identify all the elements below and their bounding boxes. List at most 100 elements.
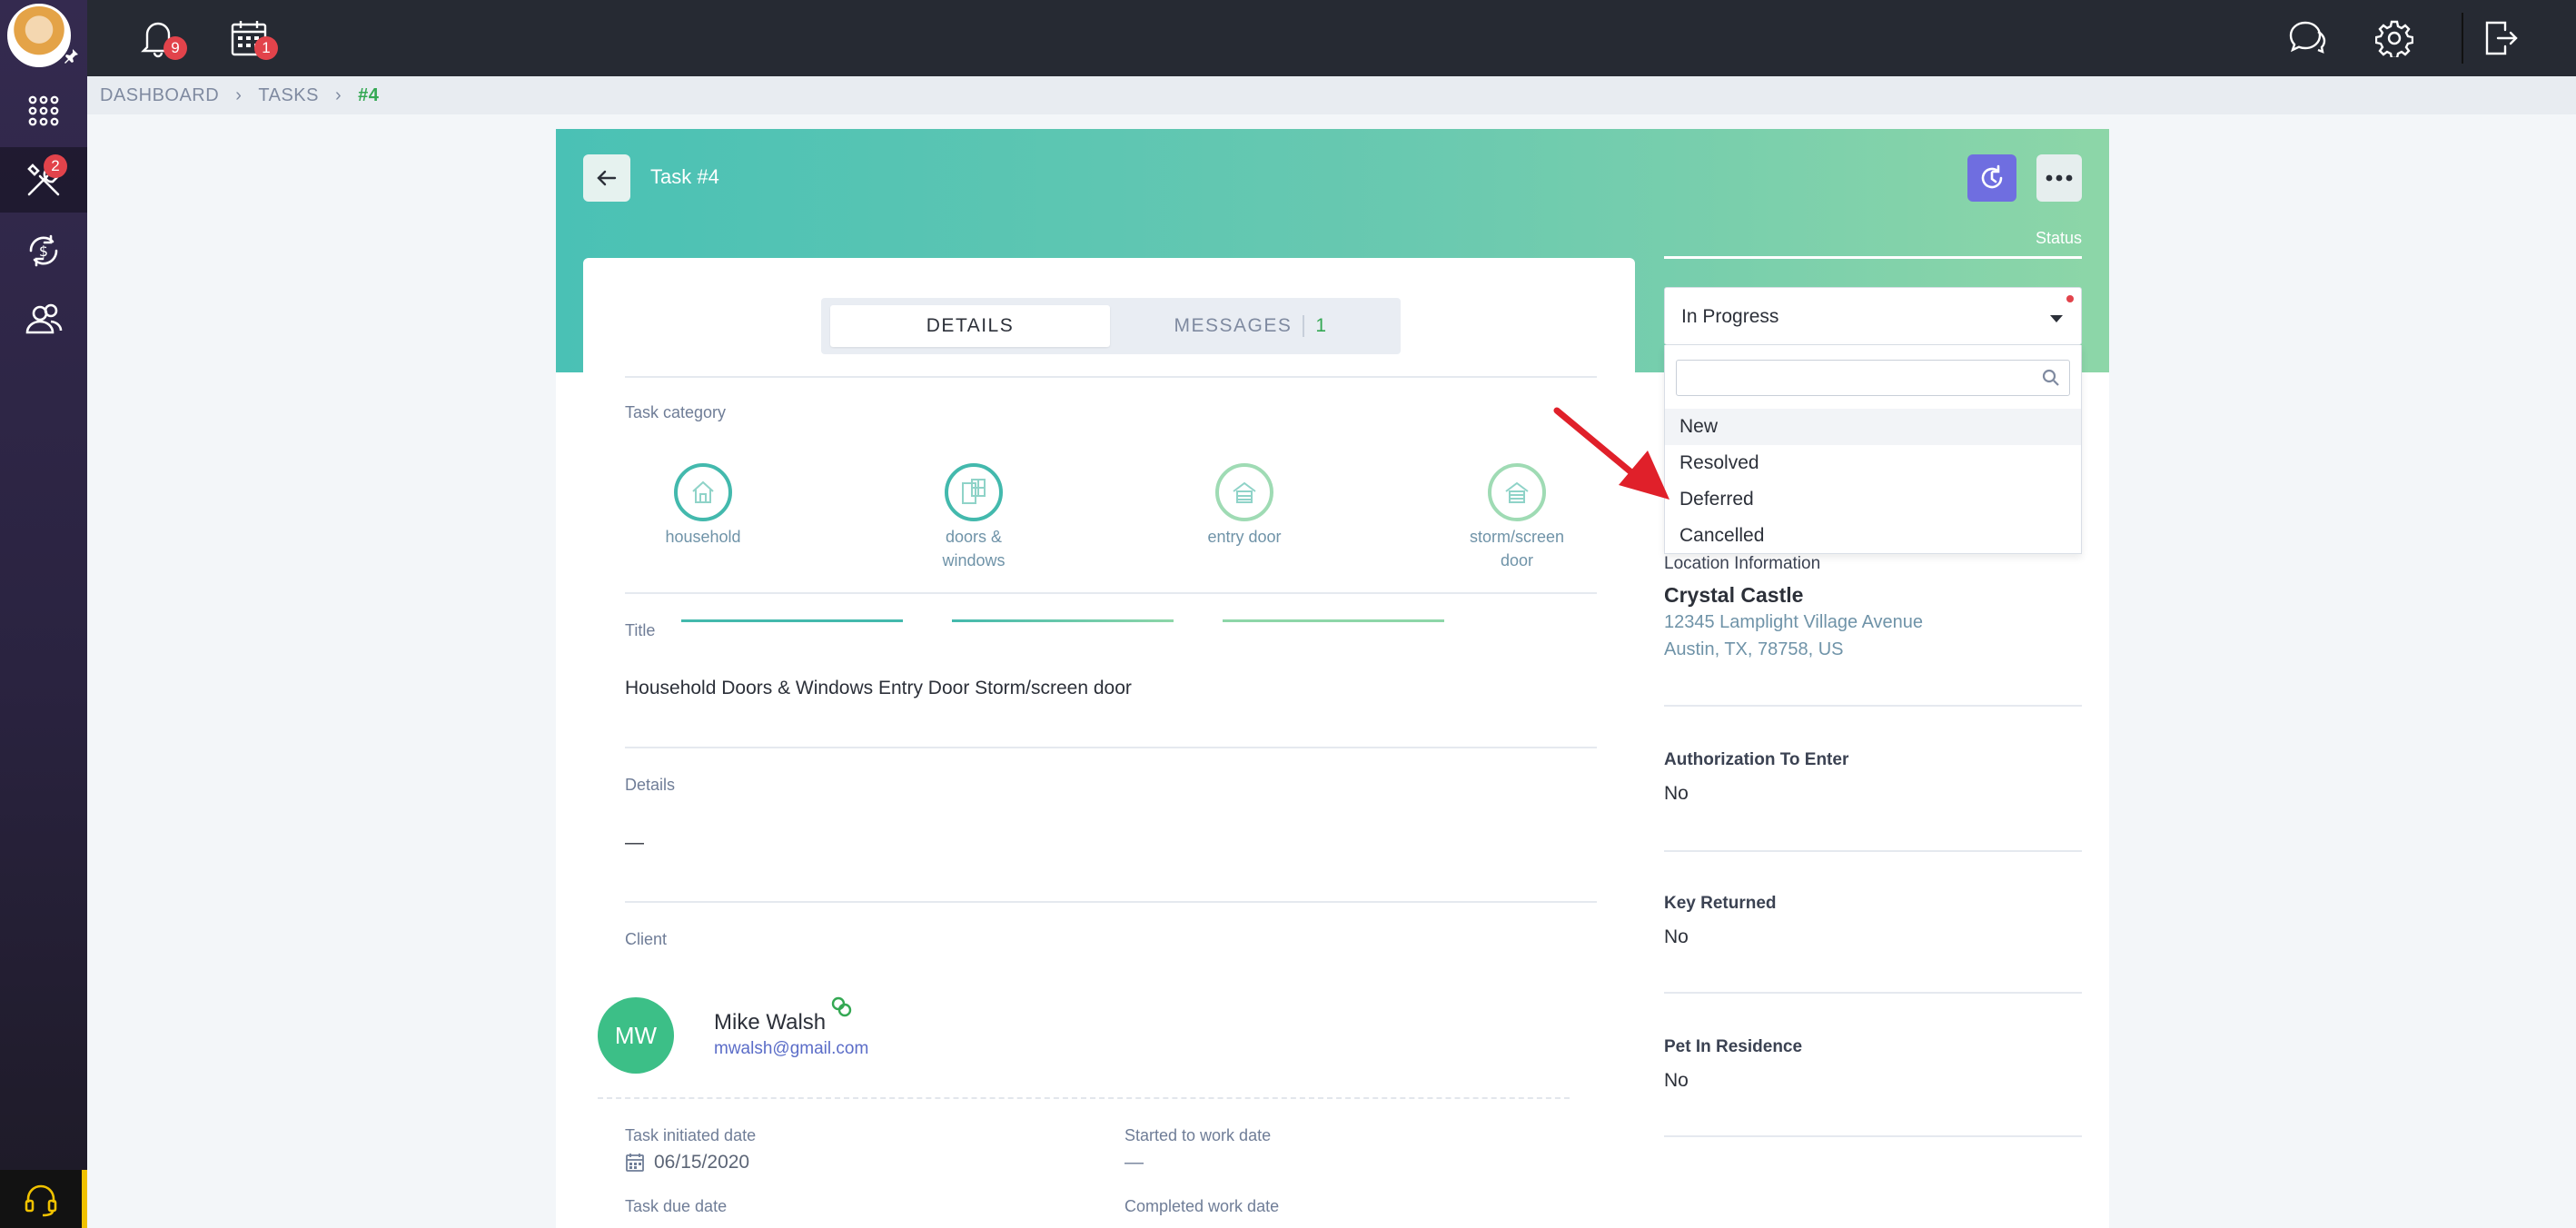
gear-icon — [2375, 20, 2413, 57]
sidebar-item-team[interactable] — [0, 287, 87, 352]
category-connector — [681, 619, 903, 622]
status-option-cancelled[interactable]: Cancelled — [1665, 518, 2081, 554]
caret-down-icon — [2050, 315, 2063, 322]
tab-details[interactable]: DETAILS — [830, 305, 1110, 347]
breadcrumb-current: #4 — [358, 84, 380, 105]
category-label-doors-windows: doors & windows — [910, 525, 1037, 572]
sidebar: 2 $ — [0, 0, 87, 1228]
title-value: Household Doors & Windows Entry Door Sto… — [625, 678, 1132, 698]
divider — [625, 592, 1597, 594]
divider — [625, 747, 1597, 748]
tab-bar: DETAILS MESSAGES 1 — [821, 298, 1401, 354]
client-avatar[interactable]: MW — [598, 997, 674, 1074]
status-select[interactable]: In Progress — [1664, 287, 2082, 345]
settings-button[interactable] — [2371, 15, 2418, 62]
details-panel: DETAILS MESSAGES 1 Task category househo… — [583, 258, 1635, 1228]
category-node-entry-door[interactable] — [1215, 463, 1273, 521]
status-search — [1676, 360, 2070, 396]
grid-icon — [28, 95, 59, 126]
back-button[interactable] — [583, 154, 630, 202]
category-node-household[interactable] — [674, 463, 732, 521]
more-options-button[interactable] — [2036, 154, 2082, 202]
status-dropdown: New Resolved Deferred Cancelled — [1664, 345, 2082, 554]
location-label: Location Information — [1664, 554, 1821, 573]
breadcrumb-dashboard[interactable]: DASHBOARD — [100, 85, 219, 106]
pin-icon[interactable] — [62, 47, 82, 67]
status-option-resolved[interactable]: Resolved — [1665, 445, 2081, 481]
headset-icon — [25, 1184, 57, 1217]
divider — [625, 901, 1597, 903]
divider — [1664, 992, 2082, 994]
category-label-line: doors & — [945, 528, 1003, 546]
category-label-household: household — [639, 525, 767, 549]
breadcrumb-tasks[interactable]: TASKS — [258, 85, 319, 106]
initiated-date-label: Task initiated date — [625, 1126, 757, 1144]
status-option-deferred[interactable]: Deferred — [1665, 481, 2081, 518]
dollar-cycle-icon: $ — [29, 234, 58, 267]
category-label-entry-door: entry door — [1181, 525, 1308, 549]
sidebar-item-apps[interactable] — [0, 78, 87, 144]
refresh-button[interactable] — [1967, 154, 2016, 202]
window-icon — [962, 479, 986, 504]
topbar: 9 1 — [87, 0, 2576, 76]
arrow-left-icon — [597, 170, 617, 186]
tab-messages[interactable]: MESSAGES 1 — [1110, 305, 1392, 347]
completed-date-label: Completed work date — [1125, 1197, 1280, 1215]
sidebar-item-billing[interactable]: $ — [0, 218, 87, 283]
started-date-value: — — [1125, 1152, 1144, 1173]
category-label-storm-screen-door: storm/screen door — [1453, 525, 1580, 572]
divider — [1664, 1135, 2082, 1137]
initiated-date-value: 06/15/2020 — [654, 1152, 750, 1173]
category-connector — [952, 619, 1174, 622]
status-search-input[interactable] — [1677, 361, 2022, 395]
initiated-date: 06/15/2020 — [625, 1152, 749, 1174]
chat-icon — [2289, 21, 2326, 54]
status-option-new[interactable]: New — [1665, 409, 2081, 445]
tab-messages-label: MESSAGES — [1174, 315, 1293, 336]
key-returned-value: No — [1664, 926, 1689, 947]
notifications-button[interactable]: 9 — [134, 15, 187, 62]
sidebar-item-tasks[interactable]: 2 — [0, 147, 87, 213]
more-horizontal-icon — [2046, 174, 2073, 182]
chevron-right-icon: › — [235, 84, 243, 105]
key-returned-label: Key Returned — [1664, 894, 1777, 913]
entry-door-icon — [1233, 481, 1256, 503]
category-label-line: windows — [942, 551, 1006, 569]
users-icon — [25, 303, 63, 334]
client-label: Client — [625, 930, 668, 948]
support-button[interactable] — [0, 1170, 87, 1228]
title-label: Title — [625, 621, 656, 639]
tasks-badge: 2 — [44, 154, 67, 178]
dashed-divider — [598, 1097, 1570, 1099]
location-address-line1[interactable]: 12345 Lamplight Village Avenue — [1664, 612, 1923, 633]
chat-button[interactable] — [2284, 15, 2331, 62]
logout-icon — [2485, 21, 2518, 55]
task-card: Task #4 DETAILS MESSAGES 1 Task category — [556, 129, 2109, 1228]
authorization-label: Authorization To Enter — [1664, 750, 1849, 769]
calendar-button[interactable]: 1 — [225, 15, 278, 62]
logout-button[interactable] — [2478, 15, 2525, 62]
divider — [1664, 850, 2082, 852]
category-node-storm-screen-door[interactable] — [1488, 463, 1546, 521]
details-label: Details — [625, 776, 676, 794]
messages-count: 1 — [1303, 315, 1327, 337]
client-email[interactable]: mwalsh@gmail.com — [714, 1039, 868, 1059]
pet-label: Pet In Residence — [1664, 1037, 1803, 1056]
calendar-badge: 1 — [254, 36, 278, 60]
search-icon — [2042, 369, 2059, 386]
authorization-value: No — [1664, 783, 1689, 804]
client-name[interactable]: Mike Walsh — [714, 996, 852, 1035]
location-address-line2[interactable]: Austin, TX, 78758, US — [1664, 639, 1844, 660]
category-label-line: door — [1500, 551, 1534, 569]
link-rings-icon — [831, 996, 852, 1017]
chevron-right-icon: › — [334, 84, 342, 105]
category-connector — [1223, 619, 1444, 622]
location-name: Crystal Castle — [1664, 583, 1804, 607]
due-date-label: Task due date — [625, 1197, 728, 1215]
status-underline — [1664, 256, 2082, 259]
category-node-doors-windows[interactable] — [945, 463, 1003, 521]
category-label-line: household — [665, 528, 741, 546]
calendar-icon — [626, 1154, 644, 1172]
details-value: — — [625, 832, 644, 853]
category-label-line: storm/screen — [1469, 528, 1565, 546]
